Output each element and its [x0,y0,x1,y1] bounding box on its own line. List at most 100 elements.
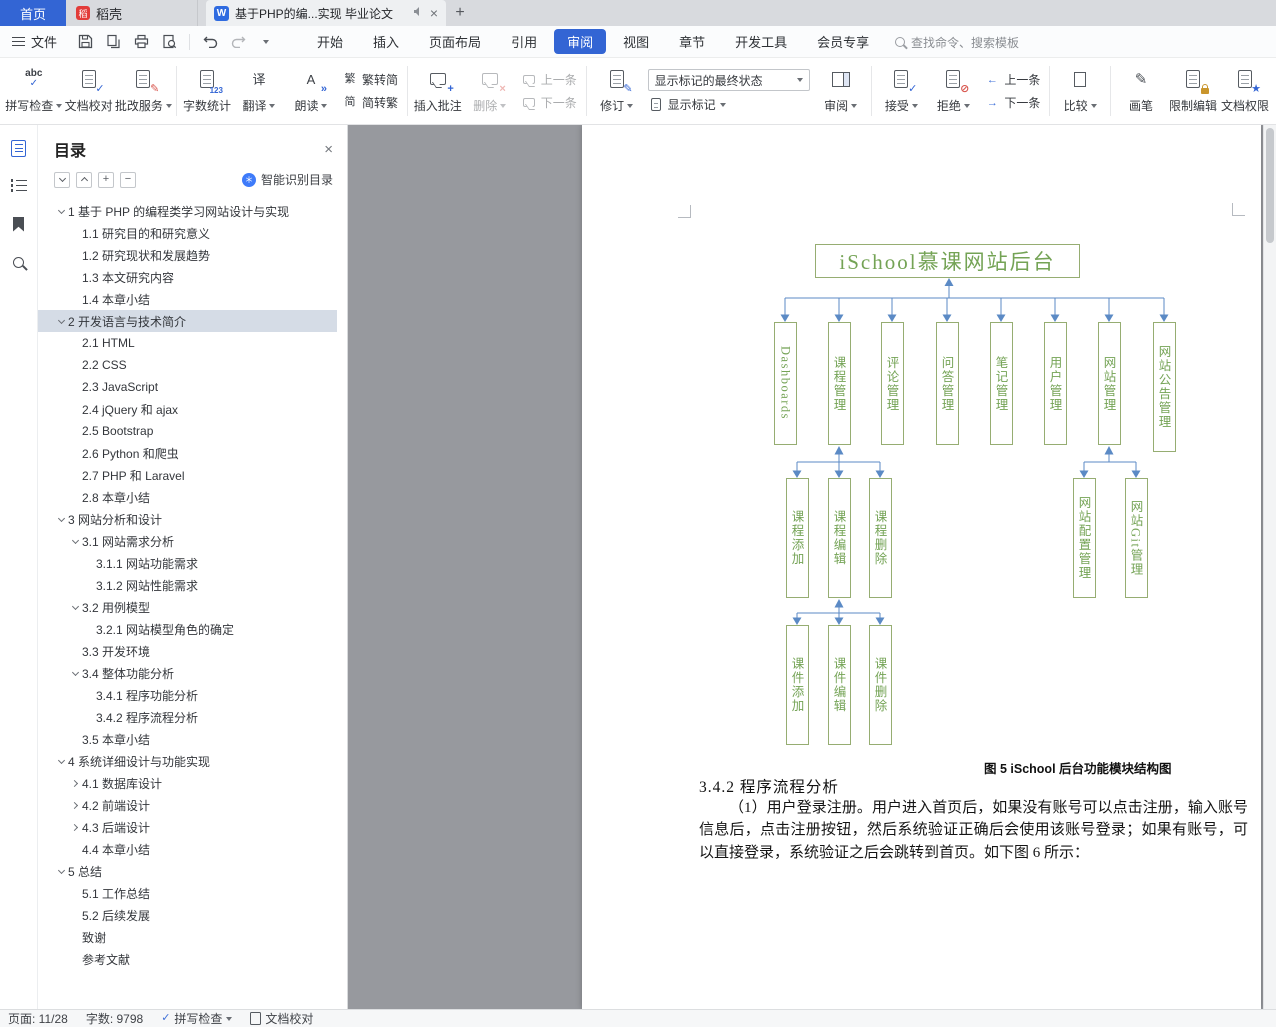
correction-service-button[interactable]: ✎ 批改服务 [115,62,172,120]
toc-item[interactable]: 4.3 后端设计 [38,816,337,838]
chevron-down-icon[interactable] [54,316,68,324]
toc-item[interactable]: 1 基于 PHP 的编程类学习网站设计与实现 [38,200,337,222]
undo-button[interactable] [198,31,222,53]
menu-tab-开发工具[interactable]: 开发工具 [722,29,800,54]
menu-tab-开始[interactable]: 开始 [304,29,356,54]
toc-item[interactable]: 2.6 Python 和爬虫 [38,442,337,464]
toc-item[interactable]: 4.1 数据库设计 [38,772,337,794]
toc-item[interactable]: 2.5 Bootstrap [38,420,337,442]
toc-item[interactable]: 1.2 研究现状和发展趋势 [38,244,337,266]
export-button[interactable] [101,31,125,53]
ink-button[interactable]: ✎ 画笔 [1116,62,1166,120]
show-markup-button[interactable]: 显示标记 [648,96,810,113]
toc-item[interactable]: 3.4 整体功能分析 [38,662,337,684]
accept-button[interactable]: ✓ 接受 [876,62,926,120]
chevron-down-icon[interactable] [54,514,68,522]
outline-panel-button[interactable] [8,175,30,197]
status-doc-proofread[interactable]: 文档校对 [250,1010,313,1027]
vertical-scrollbar[interactable] [1263,125,1276,1009]
delete-comment-button[interactable]: × 删除 [465,62,515,120]
menu-tab-页面布局[interactable]: 页面布局 [416,29,494,54]
toc-item[interactable]: 3.2.1 网站模型角色的确定 [38,618,337,640]
menu-tab-视图[interactable]: 视图 [610,29,662,54]
toc-item[interactable]: 2.4 jQuery 和 ajax [38,398,337,420]
toc-item[interactable]: 3.2 用例模型 [38,596,337,618]
close-icon[interactable]: × [324,141,333,158]
command-search[interactable]: 查找命令、搜索模板 [895,26,1019,58]
toc-item[interactable]: 4.2 前端设计 [38,794,337,816]
doc-proofread-button[interactable]: ✓ 文档校对 [64,62,114,120]
quickbar-more-button[interactable] [254,31,278,53]
translate-button[interactable]: 译 翻译 [234,62,284,120]
toc-item[interactable]: 2.8 本章小结 [38,486,337,508]
chevron-down-icon[interactable] [54,756,68,764]
reject-button[interactable]: ⊘ 拒绝 [928,62,978,120]
toc-item[interactable]: 1.1 研究目的和研究意义 [38,222,337,244]
toc-item[interactable]: 2.3 JavaScript [38,376,337,398]
toc-item[interactable]: 2.2 CSS [38,354,337,376]
chevron-right-icon[interactable] [68,801,82,809]
doc-permission-button[interactable]: ★ 文档权限 [1220,62,1270,120]
scrollbar-thumb[interactable] [1266,128,1274,243]
menu-tab-审阅[interactable]: 审阅 [554,29,607,54]
chevron-down-icon[interactable] [68,536,82,544]
tab-audio-icon[interactable] [413,6,424,20]
toc-item[interactable]: 3.1 网站需求分析 [38,530,337,552]
toc-item[interactable]: 5 总结 [38,860,337,882]
menu-tab-插入[interactable]: 插入 [360,29,412,54]
trad-to-simp-button[interactable]: 繁 繁转简 [342,71,398,88]
expand-all-button[interactable] [76,171,92,188]
prev-comment-button[interactable]: 上一条 [521,71,577,88]
toc-item[interactable]: 3.1.2 网站性能需求 [38,574,337,596]
track-changes-button[interactable]: ✎ 修订 [592,62,642,120]
tab-home[interactable]: 首页 [0,0,66,26]
chevron-down-icon[interactable] [68,668,82,676]
find-panel-button[interactable] [8,251,30,273]
spell-check-button[interactable]: abc ✓ 拼写检查 [5,62,63,120]
simp-to-trad-button[interactable]: 简 简转繁 [342,94,398,111]
compare-button[interactable]: 比较 [1055,62,1105,120]
chevron-down-icon[interactable] [54,866,68,874]
markup-state-combobox[interactable]: 显示标记的最终状态 [647,69,810,91]
tab-document[interactable]: W 基于PHP的编...实现 毕业论文 × [206,0,446,26]
toc-item[interactable]: 4 系统详细设计与功能实现 [38,750,337,772]
chevron-right-icon[interactable] [68,823,82,831]
toc-item[interactable]: 1.3 本文研究内容 [38,266,337,288]
print-button[interactable] [129,31,153,53]
menu-tab-引用[interactable]: 引用 [498,29,550,54]
toc-item[interactable]: 3.3 开发环境 [38,640,337,662]
toc-item[interactable]: 参考文献 [38,948,337,970]
redo-button[interactable] [226,31,250,53]
status-spell-check[interactable]: ✓ 拼写检查 [161,1010,233,1027]
toc-panel-button[interactable] [8,137,30,159]
next-change-button[interactable]: → 下一条 [984,94,1041,111]
toc-item[interactable]: 2.1 HTML [38,332,337,354]
toc-item[interactable]: 3 网站分析和设计 [38,508,337,530]
document-area[interactable]: iSchool慕课网站后台 Dashboards 课程管理 评论管理 问答管理 … [348,125,1276,1009]
insert-comment-button[interactable]: + 插入批注 [413,62,463,120]
read-aloud-button[interactable]: A» 朗读 [286,62,336,120]
review-pane-button[interactable]: 审阅 [816,62,866,120]
tab-docer[interactable]: 稻 稻壳 [66,0,198,26]
word-count-button[interactable]: 123 字数统计 [182,62,232,120]
chevron-down-icon[interactable] [54,206,68,214]
collapse-all-button[interactable] [54,171,70,188]
toc-item[interactable]: 4.4 本章小结 [38,838,337,860]
toc-item[interactable]: 2.7 PHP 和 Laravel [38,464,337,486]
next-comment-button[interactable]: 下一条 [521,94,577,111]
toc-item[interactable]: 5.2 后续发展 [38,904,337,926]
toc-item[interactable]: 致谢 [38,926,337,948]
tab-close-icon[interactable]: × [430,5,438,21]
restrict-editing-button[interactable]: 限制编辑 [1168,62,1218,120]
zoom-in-toc-button[interactable]: + [98,171,114,188]
chevron-right-icon[interactable] [68,779,82,787]
toc-item[interactable]: 3.4.2 程序流程分析 [38,706,337,728]
chevron-down-icon[interactable] [68,602,82,610]
toc-item[interactable]: 3.5 本章小结 [38,728,337,750]
toc-item[interactable]: 3.4.1 程序功能分析 [38,684,337,706]
document-page[interactable]: iSchool慕课网站后台 Dashboards 课程管理 评论管理 问答管理 … [582,125,1261,1009]
file-menu-button[interactable]: 文件 [0,32,67,51]
save-button[interactable] [73,31,97,53]
menu-tab-章节[interactable]: 章节 [666,29,718,54]
bookmark-panel-button[interactable] [8,213,30,235]
